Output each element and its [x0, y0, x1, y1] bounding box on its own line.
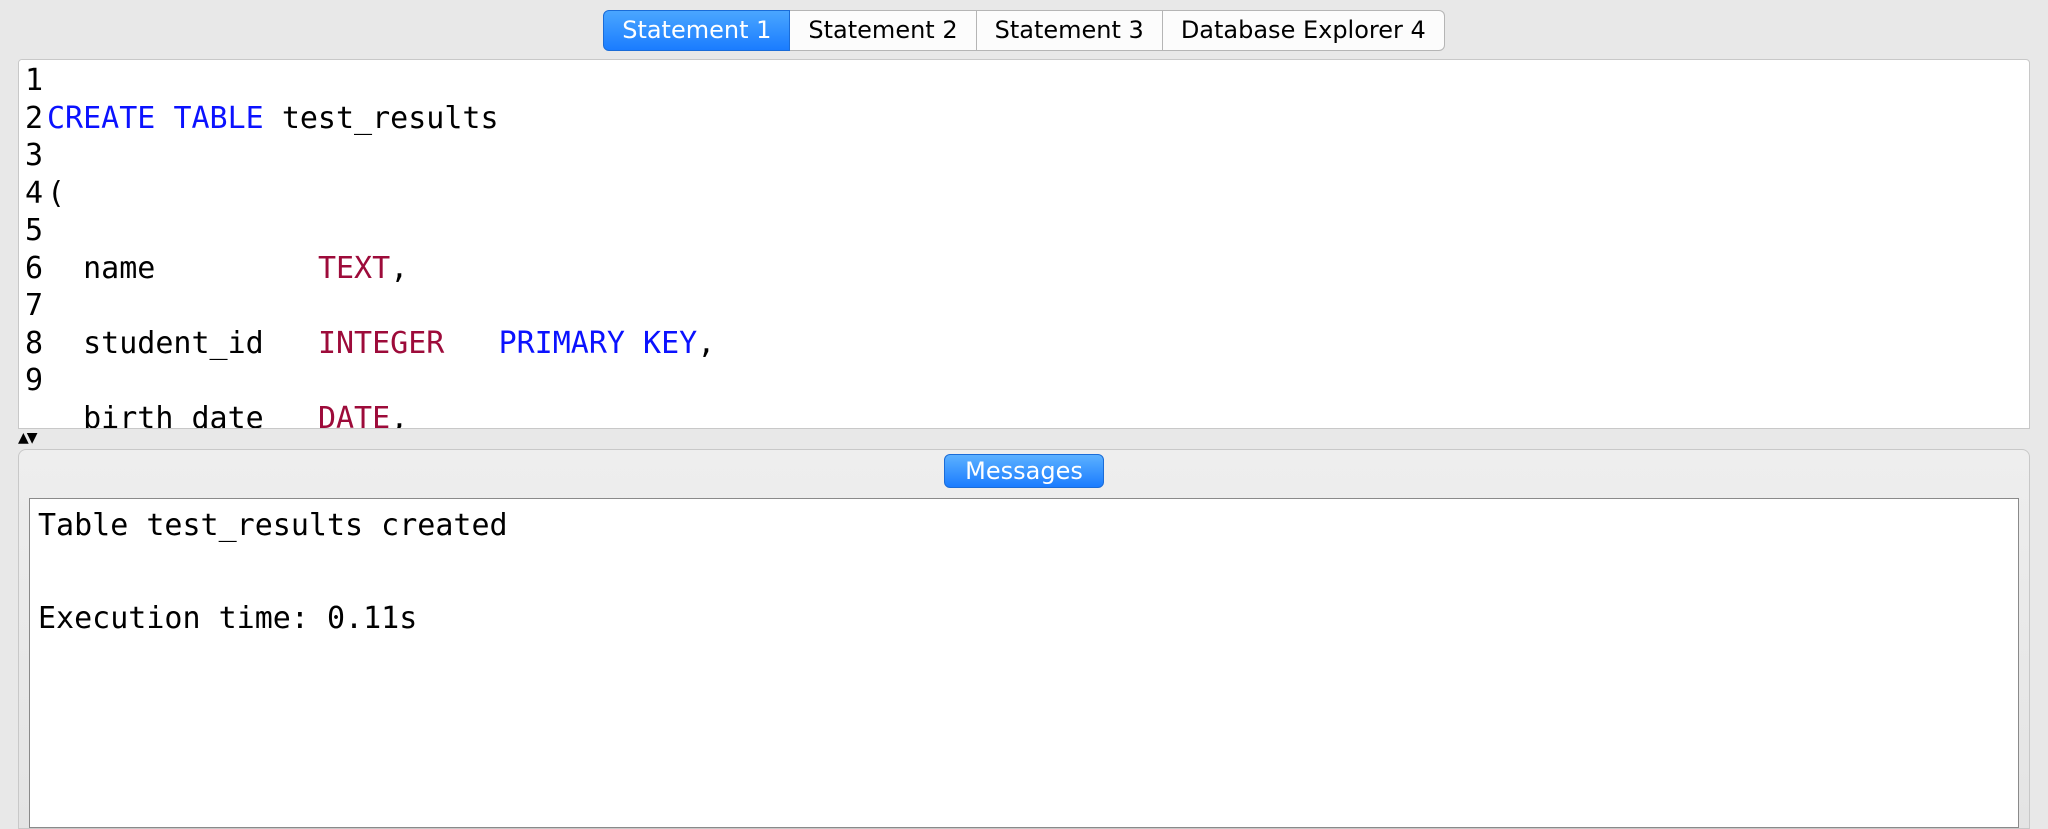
tab-group: Statement 1 Statement 2 Statement 3 Data… [603, 10, 1445, 51]
sql-column: student_id [83, 326, 264, 361]
sql-identifier: test_results [282, 101, 499, 136]
line-number: 1 [23, 62, 43, 100]
sql-editor[interactable]: 1 2 3 4 5 6 7 8 9 CREATE TABLE test_resu… [18, 59, 2030, 429]
sql-punct: , [390, 251, 408, 286]
sql-column: name [83, 251, 155, 286]
line-number: 2 [23, 100, 43, 138]
tab-database-explorer[interactable]: Database Explorer 4 [1163, 10, 1445, 51]
line-number-gutter: 1 2 3 4 5 6 7 8 9 [19, 60, 45, 428]
tab-statement-2[interactable]: Statement 2 [790, 10, 976, 51]
splitter-handle[interactable]: ▲▼ [18, 429, 2030, 447]
code-line: student_id INTEGER PRIMARY KEY, [47, 325, 2029, 363]
sql-punct: , [697, 326, 715, 361]
sql-type: TEXT [318, 251, 390, 286]
messages-output[interactable]: Table test_results created Execution tim… [29, 498, 2019, 828]
results-panel: Messages Table test_results created Exec… [18, 449, 2030, 829]
line-number: 8 [23, 325, 43, 363]
line-number: 7 [23, 287, 43, 325]
code-line: CREATE TABLE test_results [47, 100, 2029, 138]
sql-keyword: CREATE [47, 101, 155, 136]
sql-punct: ( [47, 176, 65, 211]
line-number: 9 [23, 362, 43, 400]
line-number: 3 [23, 137, 43, 175]
sql-type: DATE [318, 401, 390, 430]
tab-statement-1[interactable]: Statement 1 [603, 10, 790, 51]
sql-keyword: TABLE [173, 101, 263, 136]
tab-messages[interactable]: Messages [944, 454, 1104, 488]
sql-constraint: PRIMARY KEY [499, 326, 698, 361]
tab-statement-3[interactable]: Statement 3 [977, 10, 1163, 51]
code-area[interactable]: CREATE TABLE test_results ( name TEXT, s… [45, 60, 2029, 428]
sql-punct: , [390, 401, 408, 430]
code-line: ( [47, 175, 2029, 213]
top-tab-bar: Statement 1 Statement 2 Statement 3 Data… [0, 0, 2048, 51]
results-tab-bar: Messages [19, 450, 2029, 492]
line-number: 4 [23, 175, 43, 213]
code-line: birth_date DATE, [47, 400, 2029, 430]
sql-type: INTEGER [318, 326, 444, 361]
sql-column: birth_date [83, 401, 264, 430]
line-number: 6 [23, 250, 43, 288]
code-line: name TEXT, [47, 250, 2029, 288]
line-number: 5 [23, 212, 43, 250]
